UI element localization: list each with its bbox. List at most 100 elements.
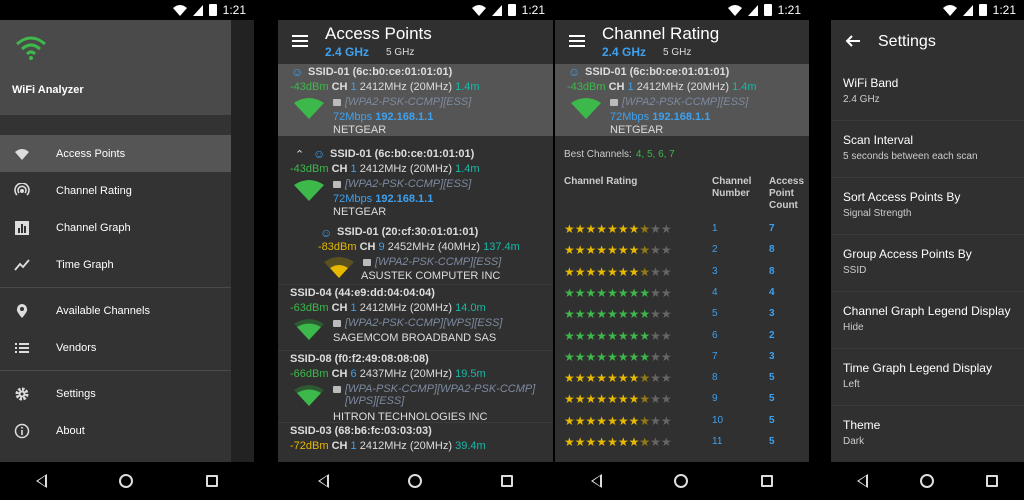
star-icon: ★ [574, 413, 586, 428]
setting-group-by[interactable]: Group Access Points By SSID [831, 235, 1024, 292]
star-icon: ★ [607, 264, 618, 279]
access-point-count: 2 [769, 329, 775, 341]
star-icon: ★ [628, 392, 640, 407]
cellular-icon [962, 4, 973, 16]
lock-icon [610, 99, 618, 106]
star-icon: ★ [617, 328, 629, 343]
star-icon: ★ [607, 413, 618, 428]
connected-access-point[interactable]: ☺ SSID-01 (6c:b0:ce:01:01:01) -43dBm CH … [555, 64, 809, 136]
vendor: ASUSTEK COMPUTER INC [361, 270, 501, 282]
star-icon: ★ [628, 243, 640, 258]
connected-icon: ☺ [568, 65, 581, 79]
drawer-item-channel-graph[interactable]: Channel Graph [0, 209, 231, 246]
access-point-item[interactable]: ☺ SSID-01 (6c:b0:ce:01:01:01) -43dBm CH … [278, 64, 553, 136]
drawer-item-available-channels[interactable]: Available Channels [0, 292, 231, 329]
band-alternate[interactable]: 5 GHz [386, 47, 414, 58]
back-icon[interactable] [591, 474, 603, 488]
drawer-item-access-points[interactable]: Access Points [0, 135, 231, 172]
star-icon: ★ [660, 328, 672, 343]
recents-icon[interactable] [760, 475, 773, 487]
status-bar: 1:21 [0, 0, 254, 20]
access-point-item[interactable]: ☺ SSID-01 (20:cf:30:01:01:01) -83dBm CH … [288, 226, 553, 284]
access-points-screen: 1:21 Access Points 2.4 GHz 5 GHz ☺ SSID-… [278, 0, 553, 500]
drawer-item-vendors[interactable]: Vendors [0, 329, 231, 366]
divider [0, 370, 231, 371]
star-icon: ★ [660, 392, 672, 407]
home-icon[interactable] [920, 474, 934, 488]
star-icon: ★ [607, 349, 618, 364]
access-point-count: 8 [769, 244, 775, 256]
recents-icon[interactable] [986, 475, 998, 487]
star-icon: ★ [564, 328, 575, 343]
drawer-item-label: Settings [56, 387, 96, 400]
drawer-item-channel-rating[interactable]: Channel Rating [0, 172, 231, 209]
home-icon[interactable] [119, 474, 134, 488]
vendor: NETGEAR [610, 124, 664, 136]
home-icon[interactable] [407, 474, 422, 488]
channel-rating-row: ★★★★★★★★★★ 7 3 [555, 346, 809, 367]
drawer-item-time-graph[interactable]: Time Graph [0, 246, 231, 283]
arrow-back-icon[interactable] [845, 33, 861, 49]
back-icon[interactable] [317, 474, 329, 488]
star-rating: ★★★★★★★★★★ [564, 392, 672, 406]
star-icon: ★ [639, 392, 651, 407]
star-icon: ★ [628, 307, 640, 322]
channel-rating-screen: 1:21 Channel Rating 2.4 GHz 5 GHz ☺ SSID… [555, 0, 809, 500]
menu-icon[interactable] [292, 35, 308, 47]
drawer-item-label: Time Graph [56, 258, 114, 271]
collapse-icon[interactable]: ⌃ [295, 148, 304, 161]
star-icon: ★ [574, 328, 586, 343]
access-point-item[interactable]: ⌃ ☺ SSID-01 (6c:b0:ce:01:01:01) -43dBm C… [278, 146, 553, 226]
band-alternate[interactable]: 5 GHz [663, 47, 691, 58]
star-icon: ★ [617, 435, 629, 449]
channel-rating-row: ★★★★★★★★★★ 1 7 [555, 218, 809, 239]
channel-number: 1 [712, 223, 718, 234]
band-selected[interactable]: 2.4 GHz [602, 45, 646, 59]
setting-theme[interactable]: Theme Dark [831, 406, 1024, 463]
star-icon: ★ [660, 307, 672, 322]
access-point-item[interactable]: SSID-04 (44:e9:dd:04:04:04) -63dBm CH 1 … [278, 284, 553, 350]
clock: 1:21 [992, 3, 1016, 17]
band-selected[interactable]: 2.4 GHz [325, 45, 369, 59]
star-icon: ★ [628, 264, 640, 279]
setting-time-graph-legend[interactable]: Time Graph Legend Display Left [831, 349, 1024, 406]
setting-sort-by[interactable]: Sort Access Points By Signal Strength [831, 178, 1024, 235]
star-icon: ★ [628, 349, 640, 364]
channel-rating-row: ★★★★★★★★★★ 10 5 [555, 410, 809, 431]
star-icon: ★ [617, 392, 629, 407]
signal-line: -83dBm CH 9 2452MHz (40MHz) 137.4m [318, 241, 520, 253]
star-icon: ★ [650, 243, 661, 258]
access-point-count: 8 [769, 265, 775, 277]
back-icon[interactable] [857, 474, 868, 488]
drawer-item-label: Available Channels [56, 304, 150, 317]
setting-wifi-band[interactable]: WiFi Band 2.4 GHz [831, 64, 1024, 121]
star-icon: ★ [564, 435, 575, 449]
setting-scan-interval[interactable]: Scan Interval 5 seconds between each scan [831, 121, 1024, 178]
star-icon: ★ [574, 264, 586, 279]
star-icon: ★ [617, 307, 629, 322]
star-icon: ★ [596, 371, 608, 386]
security: [WPA-PSK-CCMP][WPA2-PSK-CCMP] [333, 383, 535, 395]
star-icon: ★ [650, 413, 661, 428]
star-icon: ★ [574, 349, 586, 364]
star-icon: ★ [596, 264, 608, 279]
ssid: SSID-03 (68:b6:fc:03:03:03) [290, 425, 432, 437]
recents-icon[interactable] [501, 475, 514, 487]
signal-line: -43dBm CH 1 2412MHz (20MHz) 1.4m [567, 81, 757, 93]
location-pin-icon [16, 303, 28, 318]
navigation-bar [831, 462, 1024, 500]
star-icon: ★ [585, 285, 597, 300]
recents-icon[interactable] [205, 475, 218, 487]
setting-channel-graph-legend[interactable]: Channel Graph Legend Display Hide [831, 292, 1024, 349]
access-point-item[interactable]: SSID-08 (f0:f2:49:08:08:08) -66dBm CH 6 … [278, 350, 553, 423]
star-icon: ★ [607, 392, 618, 407]
home-icon[interactable] [674, 474, 689, 488]
menu-icon[interactable] [569, 35, 585, 47]
channel-number-header: Channel Number [712, 176, 752, 199]
access-point-item[interactable]: SSID-03 (68:b6:fc:03:03:03) -72dBm CH 1 … [278, 422, 553, 462]
page-title: Settings [878, 33, 936, 50]
vendor: SAGEMCOM BROADBAND SAS [333, 332, 497, 344]
back-icon[interactable] [36, 474, 48, 488]
drawer-item-about[interactable]: About [0, 412, 231, 449]
drawer-item-settings[interactable]: Settings [0, 375, 231, 412]
